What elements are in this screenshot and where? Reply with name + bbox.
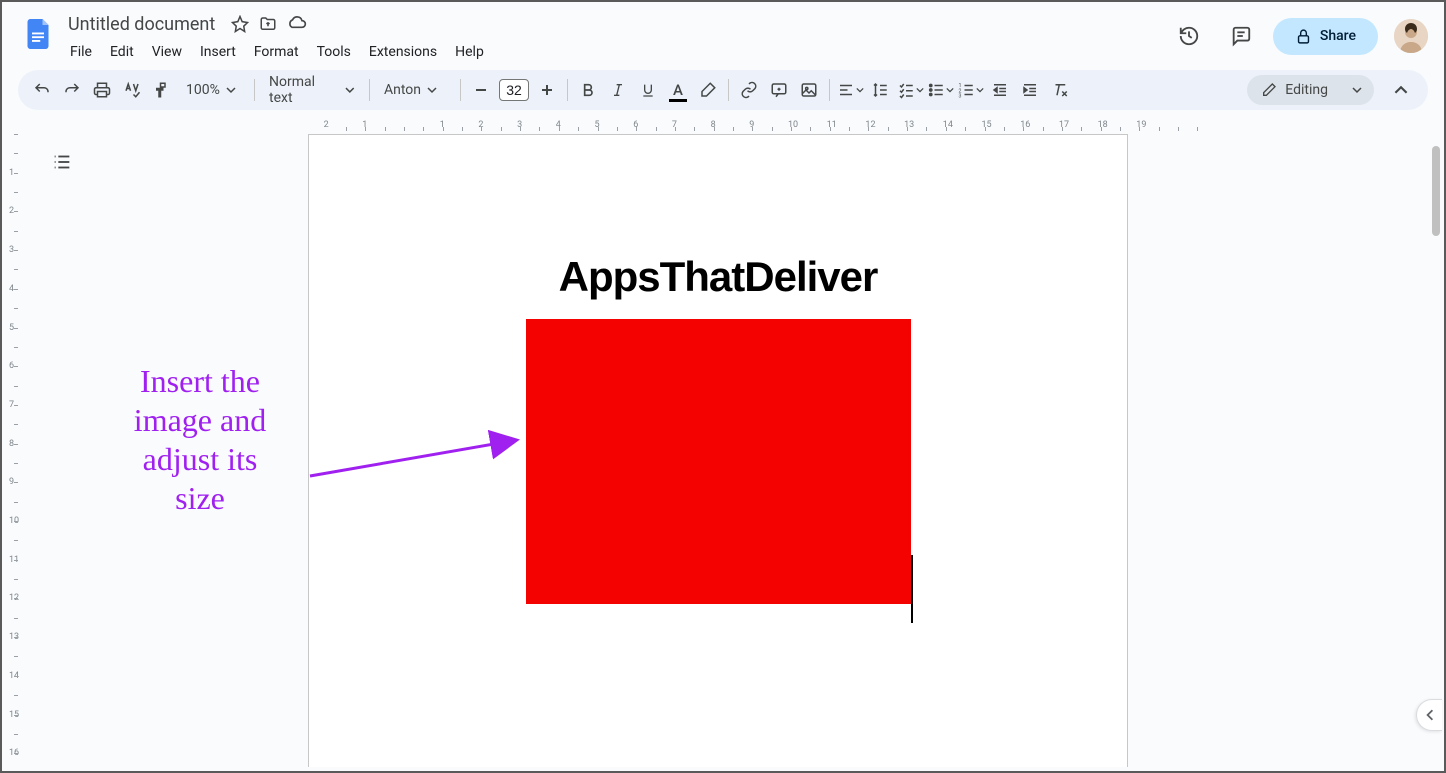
docs-logo[interactable] — [18, 14, 58, 54]
svg-text:3: 3 — [958, 94, 961, 100]
italic-button[interactable] — [604, 76, 632, 104]
separator — [829, 79, 830, 101]
menu-help[interactable]: Help — [447, 40, 492, 64]
print-button[interactable] — [88, 76, 116, 104]
title-column: Untitled document File Edit View Insert … — [62, 10, 1169, 64]
separator — [460, 79, 461, 101]
menu-format[interactable]: Format — [246, 40, 307, 64]
menu-file[interactable]: File — [62, 40, 100, 64]
docs-logo-icon — [20, 16, 56, 52]
chevron-down-icon — [1352, 85, 1362, 95]
document-title[interactable]: Untitled document — [62, 13, 221, 36]
lock-icon — [1295, 28, 1312, 45]
comments-icon[interactable] — [1221, 16, 1261, 56]
chevron-down-icon — [916, 86, 924, 94]
increase-font-button[interactable] — [533, 76, 561, 104]
separator — [567, 79, 568, 101]
share-label: Share — [1320, 28, 1356, 44]
font-size-input[interactable] — [499, 79, 529, 101]
chevron-down-icon — [946, 86, 954, 94]
cloud-status-icon[interactable] — [287, 14, 307, 34]
checklist-button[interactable] — [896, 76, 924, 104]
horizontal-ruler[interactable]: 2112345678910111213141516171819 — [38, 118, 1428, 134]
toolbar: 100% Normal text Anton A 123 Editing — [18, 70, 1428, 110]
pencil-icon — [1261, 82, 1277, 98]
separator — [254, 79, 255, 101]
move-folder-icon[interactable] — [259, 15, 277, 33]
clear-formatting-button[interactable] — [1046, 76, 1074, 104]
paragraph-style-select[interactable]: Normal text — [261, 70, 363, 110]
collapse-toolbar-button[interactable] — [1384, 73, 1418, 107]
zoom-select[interactable]: 100% — [178, 78, 248, 102]
canvas-area: AppsThatDeliver Insert the image and adj… — [22, 134, 1440, 767]
decrease-font-button[interactable] — [467, 76, 495, 104]
separator — [369, 79, 370, 101]
annotation-arrow — [302, 424, 542, 494]
decrease-indent-button[interactable] — [986, 76, 1014, 104]
underline-button[interactable] — [634, 76, 662, 104]
user-avatar[interactable] — [1394, 19, 1428, 53]
share-button[interactable]: Share — [1273, 18, 1378, 55]
undo-button[interactable] — [28, 76, 56, 104]
menu-extensions[interactable]: Extensions — [361, 40, 445, 64]
inserted-image[interactable] — [526, 319, 911, 604]
chevron-down-icon — [345, 85, 355, 95]
chevron-down-icon — [856, 86, 864, 94]
chevron-down-icon — [976, 86, 984, 94]
line-spacing-button[interactable] — [866, 76, 894, 104]
font-size-group — [467, 76, 561, 104]
menu-view[interactable]: View — [144, 40, 190, 64]
highlight-button[interactable] — [694, 76, 722, 104]
star-icon[interactable] — [231, 15, 249, 33]
bold-button[interactable] — [574, 76, 602, 104]
insert-comment-button[interactable] — [765, 76, 793, 104]
text-color-button[interactable]: A — [664, 76, 692, 104]
menu-bar: File Edit View Insert Format Tools Exten… — [62, 40, 1169, 64]
menu-tools[interactable]: Tools — [309, 40, 359, 64]
title-row: Untitled document — [62, 10, 1169, 38]
text-cursor — [911, 555, 913, 623]
menu-insert[interactable]: Insert — [192, 40, 244, 64]
numbered-list-button[interactable]: 123 — [956, 76, 984, 104]
side-panel-toggle[interactable] — [1416, 699, 1442, 731]
redo-button[interactable] — [58, 76, 86, 104]
insert-link-button[interactable] — [735, 76, 763, 104]
history-icon[interactable] — [1169, 16, 1209, 56]
chevron-down-icon — [226, 85, 236, 95]
paint-format-button[interactable] — [148, 76, 176, 104]
header-right-actions: Share — [1169, 16, 1428, 56]
align-button[interactable] — [836, 76, 864, 104]
separator — [728, 79, 729, 101]
insert-image-button[interactable] — [795, 76, 823, 104]
bulleted-list-button[interactable] — [926, 76, 954, 104]
annotation-text: Insert the image and adjust its size — [90, 362, 310, 518]
vertical-ruler[interactable]: 11234567891011121314151617 — [6, 134, 22, 767]
increase-indent-button[interactable] — [1016, 76, 1044, 104]
spellcheck-button[interactable] — [118, 76, 146, 104]
scroll-thumb[interactable] — [1432, 146, 1440, 236]
document-outline-button[interactable] — [46, 146, 78, 178]
document-heading[interactable]: AppsThatDeliver — [309, 253, 1127, 301]
title-bar: Untitled document File Edit View Insert … — [2, 2, 1444, 64]
menu-edit[interactable]: Edit — [102, 40, 142, 64]
editing-mode-select[interactable]: Editing — [1247, 75, 1374, 105]
chevron-down-icon — [427, 85, 437, 95]
vertical-scrollbar[interactable] — [1430, 134, 1442, 765]
font-select[interactable]: Anton — [376, 78, 454, 102]
